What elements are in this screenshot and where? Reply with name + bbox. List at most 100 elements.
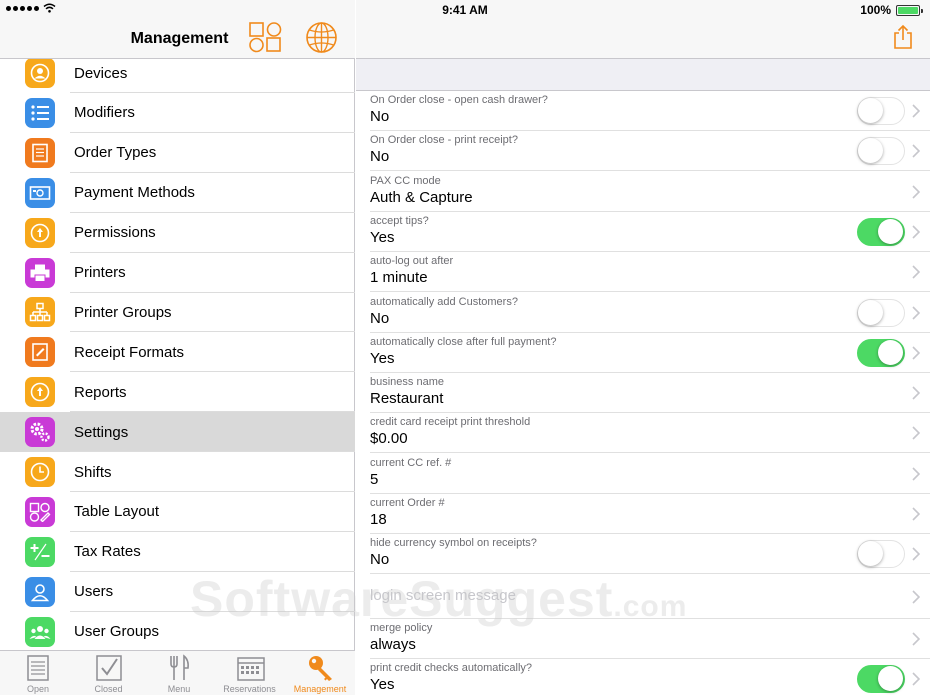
setting-value: $0.00	[370, 430, 408, 448]
tab-label: Open	[26, 684, 50, 694]
setting-row[interactable]: automatically add Customers? No	[356, 293, 930, 333]
sidebar-item-label: User Groups	[74, 623, 160, 641]
chevron-right-icon	[912, 590, 921, 604]
sidebar-item-reports[interactable]: Reports	[0, 372, 355, 413]
setting-row[interactable]: current CC ref. #5	[356, 454, 930, 494]
detail-panel: On Order close - open cash drawer? No On O…	[356, 0, 930, 695]
layout-icon	[25, 496, 55, 527]
gear-icon	[25, 417, 55, 448]
setting-row[interactable]: current Order # 18	[356, 494, 930, 534]
setting-label: print credit checks automatically?	[370, 662, 533, 675]
setting-value: 1 minute	[370, 269, 428, 287]
tab-closed[interactable]: Closed	[74, 651, 144, 695]
chevron-right-icon	[912, 346, 921, 360]
globe-icon[interactable]	[305, 21, 338, 54]
key-icon	[25, 217, 55, 248]
sidebar: Management Devices Modifiers Order Types Pa…	[0, 0, 355, 695]
toggle-knob	[858, 299, 883, 325]
sidebar-item-label: Shifts	[74, 463, 112, 481]
setting-value: 18	[370, 511, 387, 528]
tab-reservations[interactable]: Reservations	[215, 651, 285, 695]
sidebar-item-label: Modifiers	[74, 104, 135, 122]
setting-label: auto-log out after	[370, 255, 454, 268]
setting-value: No	[370, 148, 390, 166]
setting-row[interactable]: On Order close - print receipt? No	[356, 131, 930, 172]
sidebar-item-order-types[interactable]: Order Types	[0, 133, 355, 173]
setting-row[interactable]: hide currency symbol on receipts? No	[356, 534, 930, 575]
setting-value: Auth & Capture	[370, 188, 473, 206]
setting-row[interactable]: auto-log out after 1 minute	[356, 252, 930, 293]
toggle-switch[interactable]	[857, 97, 905, 125]
person-icon	[25, 59, 55, 88]
setting-row[interactable]: automatically close after full payment? Y…	[356, 333, 930, 373]
share-icon[interactable]	[892, 24, 914, 50]
toggle-switch[interactable]	[857, 540, 905, 569]
setting-row[interactable]: PAX CC mode Auth & Capture	[356, 172, 930, 212]
setting-label: merge policy	[370, 621, 433, 634]
shapes-icon[interactable]	[248, 21, 282, 53]
tab-label: Menu	[167, 684, 191, 694]
setting-row[interactable]: business name Restaurant	[356, 373, 930, 414]
sidebar-menu: Devices Modifiers Order Types Payment Metho…	[0, 59, 355, 650]
sidebar-item-label: Printer Groups	[74, 303, 172, 321]
sidebar-item-devices[interactable]: Devices	[0, 59, 355, 93]
tab-open[interactable]: Open	[3, 651, 73, 695]
toggle-switch[interactable]	[857, 217, 905, 246]
chevron-right-icon	[912, 104, 921, 118]
setting-label: On Order close - print receipt?	[370, 134, 518, 147]
sidebar-item-permissions[interactable]: Permissions	[0, 213, 355, 253]
toggle-knob	[858, 98, 883, 123]
tab-management[interactable]: Management	[285, 651, 355, 695]
sidebar-title: Management	[130, 30, 229, 47]
sidebar-item-payment-methods[interactable]: Payment Methods	[0, 173, 355, 213]
toggle-switch[interactable]	[857, 665, 905, 694]
chevron-right-icon	[912, 225, 921, 239]
chevron-right-icon	[912, 144, 921, 158]
user-icon	[25, 576, 55, 607]
chevron-right-icon	[912, 265, 921, 279]
tab-label: Reservations	[223, 684, 276, 694]
sidebar-item-table-layout[interactable]: Table Layout	[0, 492, 355, 532]
battery-percent: 100%	[860, 3, 891, 17]
sidebar-item-printer-groups[interactable]: Printer Groups	[0, 292, 355, 333]
setting-value: Yes	[370, 228, 395, 246]
battery-icon	[896, 4, 923, 16]
setting-value: No	[370, 551, 390, 569]
setting-label: automatically close after full payment?	[370, 335, 557, 348]
sidebar-item-label: Users	[74, 583, 114, 601]
setting-row[interactable]: merge policy always	[356, 619, 930, 659]
section-header	[356, 59, 930, 91]
document-icon	[25, 137, 55, 168]
sidebar-item-settings[interactable]: Settings	[0, 412, 355, 453]
toggle-knob	[878, 218, 903, 244]
setting-value: No	[370, 108, 390, 125]
setting-row[interactable]: print credit checks automatically? Yes	[356, 659, 930, 695]
setting-row[interactable]: On Order close - open cash drawer? No	[356, 91, 930, 131]
chevron-right-icon	[912, 507, 921, 521]
toggle-switch[interactable]	[857, 338, 905, 367]
sidebar-item-users[interactable]: Users	[0, 572, 355, 612]
sidebar-item-user-groups[interactable]: User Groups	[0, 612, 355, 650]
setting-row[interactable]: login screen message	[356, 575, 930, 619]
setting-label: current CC ref. #	[370, 456, 452, 469]
sidebar-item-tax-rates[interactable]: Tax Rates	[0, 532, 355, 572]
setting-label: accept tips?	[370, 214, 429, 227]
sidebar-item-modifiers[interactable]: Modifiers	[0, 93, 355, 133]
toggle-switch[interactable]	[857, 298, 905, 327]
sidebar-item-receipt-formats[interactable]: Receipt Formats	[0, 332, 355, 373]
sidebar-item-printers[interactable]: Printers	[0, 253, 355, 293]
status-bar: 9:41 AM 100%	[0, 0, 930, 20]
setting-row[interactable]: credit card receipt print threshold $0.00	[356, 413, 930, 454]
toggle-switch[interactable]	[857, 137, 905, 166]
plus-minus-icon	[25, 536, 55, 567]
setting-label: credit card receipt print threshold	[370, 416, 531, 429]
status-time: 9:41 AM	[442, 3, 488, 17]
chevron-right-icon	[912, 672, 921, 686]
setting-label: automatically add Customers?	[370, 295, 518, 308]
sidebar-item-label: Printers	[74, 264, 126, 281]
sidebar-item-shifts[interactable]: Shifts	[0, 452, 355, 492]
tab-menu[interactable]: Menu	[144, 651, 214, 695]
setting-label: current Order #	[370, 497, 445, 509]
setting-row[interactable]: accept tips? Yes	[356, 212, 930, 252]
sidebar-item-label: Receipt Formats	[74, 343, 185, 361]
